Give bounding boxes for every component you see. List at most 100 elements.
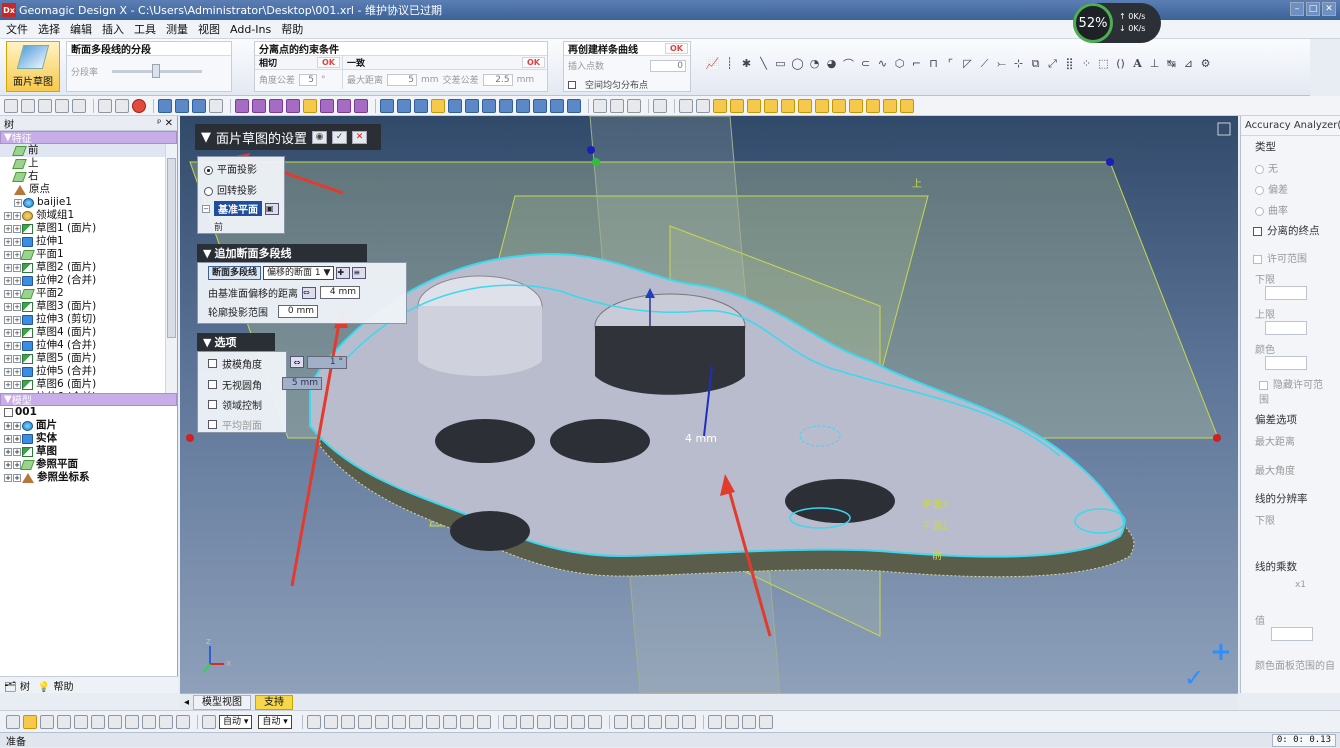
auto-select-dropdown-2[interactable]: 自动 ▾ bbox=[258, 714, 292, 729]
projection-range-input[interactable]: 0 mm bbox=[278, 305, 318, 318]
tab-scroll-left-icon[interactable]: ◂ bbox=[184, 697, 189, 708]
spline-ok-button[interactable]: OK bbox=[665, 43, 688, 54]
select-hand-icon[interactable] bbox=[176, 714, 190, 729]
base-plane-picker-icon[interactable]: ▣ bbox=[265, 202, 279, 215]
analysis-icon[interactable]: 📈 bbox=[704, 55, 721, 72]
convert-icon[interactable]: ⬚ bbox=[1095, 55, 1112, 72]
filter-ref-icon[interactable] bbox=[815, 98, 829, 113]
confirm-check-icon[interactable]: ✓ bbox=[1184, 664, 1204, 692]
section-header[interactable]: ▼ 追加断面多段线 bbox=[197, 244, 367, 262]
point-icon[interactable]: ✱ bbox=[738, 55, 755, 72]
view-pan-icon[interactable] bbox=[550, 98, 564, 113]
model-tree-item[interactable]: + + 参照平面 bbox=[0, 458, 177, 471]
hide-tolerance-check[interactable]: 隐藏许可范围 bbox=[1241, 373, 1340, 409]
average-section-row[interactable]: 平均剖面 bbox=[198, 415, 286, 434]
snap-vertex-icon[interactable] bbox=[252, 98, 266, 113]
region-edit-icon[interactable] bbox=[192, 98, 206, 113]
coincide-ok-button[interactable]: OK bbox=[522, 57, 545, 68]
mesh-tool-1-icon[interactable] bbox=[306, 714, 321, 729]
mesh-tool-9-icon[interactable] bbox=[442, 714, 457, 729]
expand-toggle-icon[interactable]: + bbox=[13, 276, 21, 285]
mesh-tool-6-icon[interactable] bbox=[391, 714, 406, 729]
menu-view[interactable]: 视图 bbox=[198, 21, 220, 37]
import-icon[interactable] bbox=[55, 98, 69, 113]
3d-viewport[interactable]: 4 mm 上 平面2 平面1 前 z x + ✓ bbox=[180, 116, 1238, 693]
draft-angle-row[interactable]: 拔模角度 bbox=[198, 352, 286, 375]
arc3-icon[interactable]: ◕ bbox=[823, 55, 840, 72]
plane-handle-1[interactable] bbox=[587, 146, 595, 154]
view-right-icon[interactable] bbox=[448, 98, 462, 113]
move-icon[interactable]: ⤢ bbox=[1044, 55, 1061, 72]
cancel-x-icon[interactable]: ✕ bbox=[352, 130, 368, 144]
feature-tree-item[interactable]: 原点 bbox=[0, 183, 177, 196]
region-control-row[interactable]: 领域控制 bbox=[198, 394, 286, 415]
plane-handle-4[interactable] bbox=[186, 434, 194, 442]
maximize-button[interactable]: □ bbox=[1306, 2, 1320, 16]
expand-toggle-icon[interactable]: + bbox=[13, 328, 21, 337]
expand-toggle-icon[interactable]: + bbox=[4, 224, 12, 233]
model-section-header[interactable]: ▼ 模型 bbox=[0, 393, 177, 407]
filter-vertex-icon[interactable] bbox=[730, 98, 744, 113]
feature-tree-item[interactable]: + + 草图1 (面片) bbox=[0, 222, 177, 235]
auto-select-dropdown[interactable]: 自动 ▾ bbox=[219, 714, 253, 729]
filter-face-icon[interactable] bbox=[764, 98, 778, 113]
base-plane-label[interactable]: 基准平面 bbox=[214, 201, 262, 216]
mesh-tool-10-icon[interactable] bbox=[459, 714, 474, 729]
type-none-radio[interactable]: 无 bbox=[1241, 157, 1340, 178]
trim-icon[interactable]: ⌐ bbox=[908, 55, 925, 72]
feature-tree-item[interactable]: + + 平面1 bbox=[0, 248, 177, 261]
view-normal-icon[interactable] bbox=[499, 98, 513, 113]
segment-rate-slider[interactable] bbox=[112, 64, 203, 78]
expand-toggle-icon[interactable]: + bbox=[4, 341, 12, 350]
open-file-icon[interactable] bbox=[21, 98, 35, 113]
view-front-icon[interactable] bbox=[380, 98, 394, 113]
render-shaded-icon[interactable] bbox=[593, 98, 607, 113]
feature-tree-item[interactable]: 上 bbox=[0, 157, 177, 170]
feature-tree-item[interactable]: + baijie1 bbox=[0, 196, 177, 209]
model-tree-item[interactable]: + + 面片 bbox=[0, 419, 177, 432]
view-zoom-icon[interactable] bbox=[533, 98, 547, 113]
maximize-view-icon[interactable] bbox=[1217, 122, 1231, 136]
planar-projection-radio[interactable]: 平面投影 bbox=[198, 157, 284, 180]
pin-icon[interactable]: ᵖ bbox=[157, 118, 161, 129]
feature-tree-item[interactable]: + + 草图4 (面片) bbox=[0, 326, 177, 339]
mesh-tool-4-icon[interactable] bbox=[357, 714, 372, 729]
tab-model-view[interactable]: 模型视图 bbox=[193, 694, 252, 710]
filter-body-icon[interactable] bbox=[781, 98, 795, 113]
expand-toggle-icon[interactable]: + bbox=[4, 237, 12, 246]
select-circle-icon[interactable] bbox=[40, 714, 54, 729]
render-edges-icon[interactable] bbox=[627, 98, 641, 113]
select-arrow-icon[interactable] bbox=[6, 714, 20, 729]
mesh-sketch-button[interactable]: 面片草图 bbox=[6, 41, 60, 92]
offset-icon[interactable]: ⊓ bbox=[925, 55, 942, 72]
expand-toggle-icon[interactable]: + bbox=[13, 263, 21, 272]
view-tool-5-icon[interactable] bbox=[681, 714, 696, 729]
select-rect-icon[interactable] bbox=[23, 714, 37, 729]
layer-2-icon[interactable] bbox=[519, 714, 534, 729]
max-distance-input[interactable]: 5 bbox=[387, 73, 418, 86]
select-visible-icon[interactable] bbox=[142, 714, 156, 729]
mesh-tool-5-icon[interactable] bbox=[374, 714, 389, 729]
measure-1-icon[interactable] bbox=[707, 714, 722, 729]
join-icon[interactable]: ⊹ bbox=[1010, 55, 1027, 72]
pattern-icon[interactable]: ⣿ bbox=[1061, 55, 1078, 72]
mesh-tool-11-icon[interactable] bbox=[476, 714, 491, 729]
draft-flip-icon[interactable]: ⇔ bbox=[290, 356, 304, 368]
expand-toggle-icon[interactable]: + bbox=[13, 289, 21, 298]
view-back-icon[interactable] bbox=[397, 98, 411, 113]
feature-tree-item[interactable]: + + 草图3 (面片) bbox=[0, 300, 177, 313]
expand-toggle-icon[interactable]: + bbox=[13, 315, 21, 324]
view-iso-icon[interactable] bbox=[431, 98, 445, 113]
select-through-icon[interactable] bbox=[159, 714, 173, 729]
mirror-icon[interactable]: ⧉ bbox=[1027, 55, 1044, 72]
filter-curve-icon[interactable] bbox=[849, 98, 863, 113]
expand-toggle-icon[interactable]: + bbox=[14, 198, 22, 207]
options-header[interactable]: ▼ 选项 bbox=[197, 333, 275, 351]
auto-select-icon[interactable] bbox=[202, 714, 216, 729]
mesh-tool-7-icon[interactable] bbox=[408, 714, 423, 729]
expand-toggle-icon[interactable]: + bbox=[13, 224, 21, 233]
section-add-icon[interactable]: ✚ bbox=[336, 267, 351, 279]
new-file-icon[interactable] bbox=[4, 98, 18, 113]
menu-tools[interactable]: 工具 bbox=[134, 21, 156, 37]
export-icon[interactable] bbox=[72, 98, 86, 113]
